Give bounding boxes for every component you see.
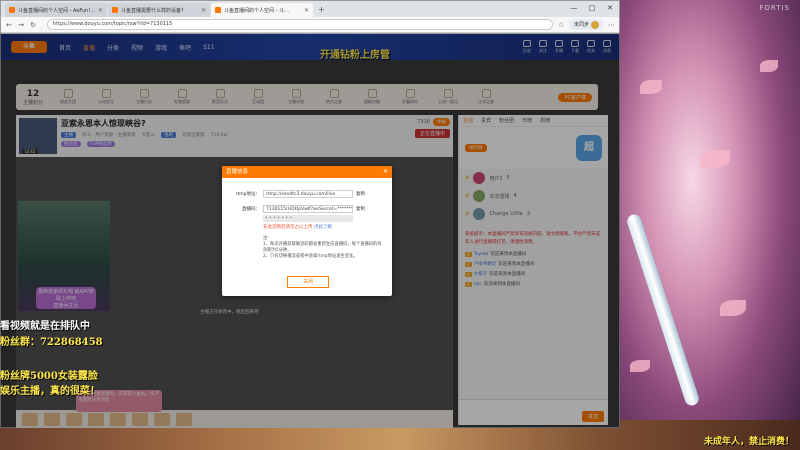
- rtmp-label: rtmp地址：: [235, 192, 260, 197]
- refresh-icon[interactable]: ↻: [29, 21, 37, 29]
- address-bar: ← → ↻ https://www.douyu.com/topic/rsw?ri…: [1, 17, 619, 33]
- overlay-line-4: 娱乐主播，真的很菜！: [0, 386, 100, 397]
- masked-code: • • • • • • •: [263, 215, 353, 222]
- douyu-favicon-icon: [9, 7, 15, 13]
- dialog-notes: 注: 1、每次开播获取确流码都会重新生成直播码，每个直播码的有效期为5分钟。 2…: [263, 236, 383, 260]
- rtmp-row: rtmp地址： rtmp://sendtc3.douyu.com/live 复制: [230, 190, 384, 198]
- overlay-line-2: 粉丝群：722868458: [0, 337, 103, 348]
- learn-more-link[interactable]: 点此了解: [314, 225, 332, 230]
- overlay-line-1: 看视频就是在排队中: [0, 321, 90, 332]
- favorites-icon[interactable]: ☆: [557, 21, 565, 29]
- profile-button[interactable]: 未同步: [568, 19, 604, 30]
- minor-warning-text: 未成年人，禁止消费！: [703, 437, 794, 447]
- warning-message: 非此流断后请勿占以上传: [263, 225, 313, 230]
- warning-text: 非此流断后请勿占以上传 点此了解: [263, 224, 384, 230]
- tab-label: 斗鱼直播间的个人空间 - AeFun!…: [18, 7, 95, 14]
- window-controls: — □ ✕: [565, 1, 619, 17]
- tab-label: 斗鱼直播需要什么样的设备?: [121, 7, 184, 14]
- petal-decoration: [700, 150, 730, 168]
- petal-decoration: [760, 60, 778, 72]
- code-row: 直播码： 7130115rHDOpVwlf?wsSecret=******* 复…: [230, 205, 384, 213]
- watermark: FORTIS: [759, 4, 790, 12]
- petal-decoration: [630, 360, 650, 372]
- copy-code-button[interactable]: 复制: [356, 206, 365, 212]
- rtmp-field[interactable]: rtmp://sendtc3.douyu.com/live: [263, 190, 353, 198]
- close-tab-icon[interactable]: ✕: [201, 7, 206, 14]
- petal-decoration: [720, 300, 746, 316]
- petal-decoration: [640, 80, 662, 94]
- dialog-title: 直播信息: [226, 169, 249, 175]
- close-dialog-button[interactable]: 关闭: [287, 276, 329, 288]
- minimize-button[interactable]: —: [565, 1, 583, 17]
- stream-info-dialog: 直播信息 ✕ rtmp地址： rtmp://sendtc3.douyu.com/…: [222, 166, 392, 296]
- douyu-favicon-icon: [112, 7, 118, 13]
- forward-icon[interactable]: →: [17, 21, 25, 29]
- browser-tab-2[interactable]: 斗鱼直播需要什么样的设备? ✕: [108, 3, 210, 17]
- browser-tab-3[interactable]: 斗鱼直播间的个人空间 - 斗… ✕: [211, 3, 313, 17]
- overlay-line-3: 粉丝牌5000女装露脸: [0, 371, 98, 382]
- more-menu-icon[interactable]: ⋯: [608, 21, 615, 29]
- back-icon[interactable]: ←: [5, 21, 13, 29]
- dialog-body: rtmp地址： rtmp://sendtc3.douyu.com/live 复制…: [222, 178, 392, 260]
- close-tab-icon[interactable]: ✕: [304, 7, 309, 14]
- stream-code-field[interactable]: 7130115rHDOpVwlf?wsSecret=*******: [263, 205, 353, 213]
- status-text: 主播正在休息中，稍后回来吧: [200, 310, 259, 315]
- tab-bar: 斗鱼直播间的个人空间 - AeFun!… ✕ 斗鱼直播需要什么样的设备? ✕ 斗…: [1, 1, 619, 17]
- url-input[interactable]: https://www.douyu.com/topic/rsw?rid=7130…: [47, 19, 553, 30]
- profile-label: 未同步: [573, 22, 589, 28]
- avatar: [591, 20, 599, 29]
- browser-tab-1[interactable]: 斗鱼直播间的个人空间 - AeFun!… ✕: [5, 3, 107, 17]
- tab-label: 斗鱼直播间的个人空间 - 斗…: [224, 7, 289, 14]
- new-tab-button[interactable]: +: [314, 3, 329, 17]
- close-window-button[interactable]: ✕: [601, 1, 619, 17]
- copy-rtmp-button[interactable]: 复制: [356, 191, 365, 197]
- close-icon[interactable]: ✕: [383, 166, 388, 178]
- douyu-favicon-icon: [215, 7, 221, 13]
- close-tab-icon[interactable]: ✕: [98, 7, 103, 14]
- note-2: 2、只有切换播流或者中途拿rtmp地址发生变化。: [263, 254, 358, 259]
- dialog-header: 直播信息 ✕: [222, 166, 392, 178]
- code-label: 直播码：: [242, 207, 260, 212]
- note-1: 1、每次开播获取确流码都会重新生成直播码，每个直播码的有效期为5分钟。: [263, 242, 382, 253]
- maximize-button[interactable]: □: [583, 1, 601, 17]
